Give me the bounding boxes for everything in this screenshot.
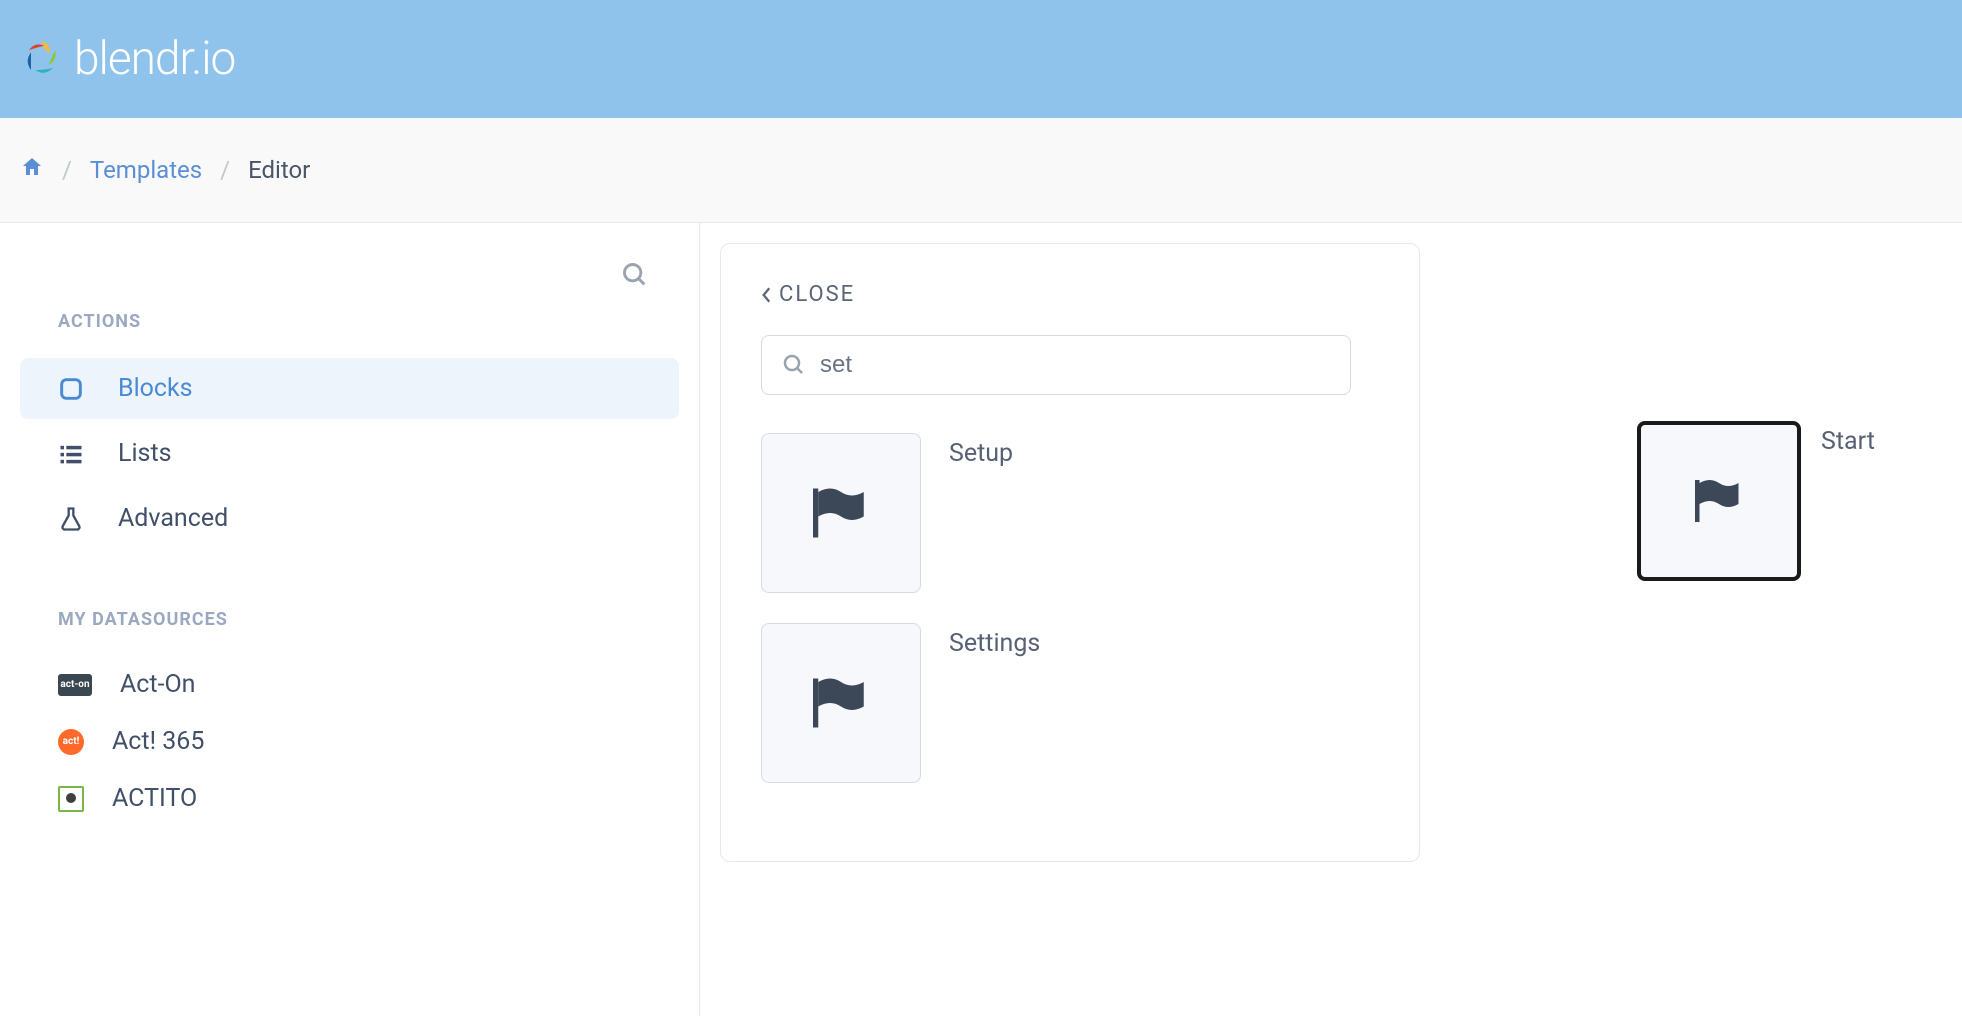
- datasource-act365[interactable]: act! Act! 365: [20, 713, 679, 770]
- block-picker-panel: CLOSE Setup Settings: [720, 243, 1420, 862]
- home-icon[interactable]: [20, 155, 44, 185]
- breadcrumb-current: Editor: [248, 156, 310, 184]
- brand-name: blendr.io: [74, 32, 235, 86]
- sidebar-item-advanced[interactable]: Advanced: [20, 488, 679, 549]
- blocks-icon: [56, 375, 86, 403]
- search-icon: [782, 353, 806, 377]
- breadcrumb: / Templates / Editor: [0, 118, 1962, 223]
- result-box[interactable]: [761, 623, 921, 783]
- start-label: Start: [1821, 427, 1875, 456]
- lists-icon: [56, 440, 86, 468]
- close-label: CLOSE: [779, 282, 855, 307]
- flag-icon: [806, 485, 876, 541]
- result-box[interactable]: [761, 433, 921, 593]
- sidebar-item-label: Lists: [118, 439, 172, 468]
- start-block[interactable]: [1637, 421, 1801, 581]
- datasource-label: Act-On: [120, 670, 196, 699]
- result-settings[interactable]: Settings: [761, 623, 1379, 783]
- flag-icon: [1689, 477, 1749, 525]
- result-setup[interactable]: Setup: [761, 433, 1379, 593]
- datasource-actito[interactable]: ACTITO: [20, 770, 679, 827]
- sidebar-item-label: Blocks: [118, 374, 193, 403]
- sidebar-item-blocks[interactable]: Blocks: [20, 358, 679, 419]
- start-node: Start: [1637, 421, 1875, 581]
- editor-canvas: CLOSE Setup Settings: [700, 223, 1962, 1016]
- breadcrumb-templates[interactable]: Templates: [90, 156, 202, 184]
- datasource-label: Act! 365: [112, 727, 204, 756]
- breadcrumb-separator: /: [220, 156, 230, 184]
- sidebar: ACTIONS Blocks Lists Advanced MY: [0, 223, 700, 1016]
- chevron-left-icon: [761, 286, 773, 304]
- actito-icon: [58, 786, 84, 812]
- sidebar-search-icon[interactable]: [621, 261, 649, 293]
- act365-icon: act!: [58, 729, 84, 755]
- sidebar-actions-heading: ACTIONS: [58, 311, 679, 332]
- sidebar-item-label: Advanced: [118, 504, 228, 533]
- datasource-acton[interactable]: act-on Act-On: [20, 656, 679, 713]
- datasource-label: ACTITO: [112, 784, 197, 813]
- header-bar: blendr.io: [0, 0, 1962, 118]
- panel-search-input[interactable]: [820, 351, 1330, 379]
- sidebar-item-lists[interactable]: Lists: [20, 423, 679, 484]
- flask-icon: [56, 505, 86, 533]
- breadcrumb-separator: /: [62, 156, 72, 184]
- close-button[interactable]: CLOSE: [761, 282, 1379, 307]
- acton-icon: act-on: [58, 674, 92, 696]
- sidebar-datasources-heading: MY DATASOURCES: [58, 609, 679, 630]
- result-label: Settings: [949, 623, 1040, 658]
- result-label: Setup: [949, 433, 1013, 468]
- panel-search[interactable]: [761, 335, 1351, 395]
- flag-icon: [806, 675, 876, 731]
- brand-logo[interactable]: blendr.io: [20, 32, 235, 86]
- blendr-logo-icon: [20, 37, 64, 81]
